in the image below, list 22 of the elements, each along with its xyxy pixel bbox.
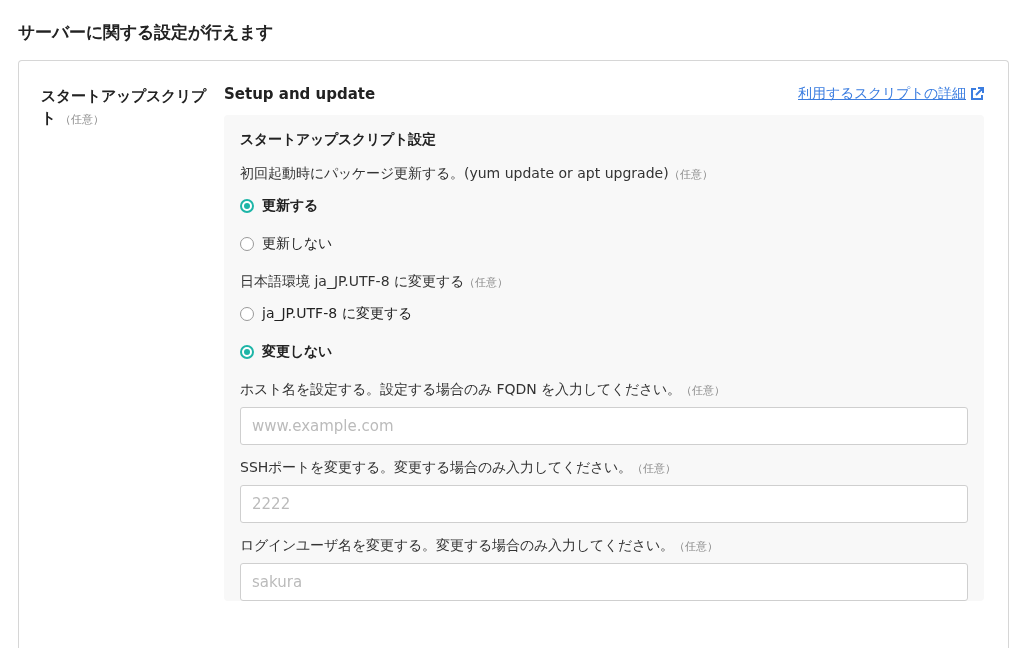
radio-label[interactable]: 更新する <box>262 197 318 215</box>
radio-label[interactable]: 更新しない <box>262 235 332 253</box>
text-field[interactable]: sakura <box>240 563 968 601</box>
question-label: ホスト名を設定する。設定する場合のみ FQDN を入力してください。（任意） <box>240 381 727 399</box>
question-label: 日本語環境 ja_JP.UTF-8 に変更する（任意） <box>240 273 510 291</box>
radio-button[interactable] <box>240 237 254 251</box>
question-label: SSHポートを変更する。変更する場合のみ入力してください。（任意） <box>240 459 678 477</box>
radio-label[interactable]: 変更しない <box>262 343 332 361</box>
radio-button[interactable] <box>240 307 254 321</box>
page-heading: サーバーに関する設定が行えます <box>18 21 274 44</box>
radio-button[interactable] <box>240 199 254 213</box>
section-title: Setup and update <box>224 85 376 103</box>
panel-title: スタートアップスクリプト設定 <box>240 131 437 149</box>
text-field[interactable]: 2222 <box>240 485 968 523</box>
text-field[interactable]: www.example.com <box>240 407 968 445</box>
question-label: ログインユーザ名を変更する。変更する場合のみ入力してください。（任意） <box>240 537 719 555</box>
radio-label[interactable]: ja_JP.UTF-8 に変更する <box>262 305 412 323</box>
section-label: スタートアップスクリプト （任意） <box>41 87 206 127</box>
question-label: 初回起動時にパッケージ更新する。(yum update or apt upgrade)（任意） <box>240 165 714 183</box>
external-link-icon <box>970 87 984 101</box>
script-details-link[interactable]: 利用するスクリプトの詳細 <box>798 85 984 103</box>
radio-button[interactable] <box>240 345 254 359</box>
